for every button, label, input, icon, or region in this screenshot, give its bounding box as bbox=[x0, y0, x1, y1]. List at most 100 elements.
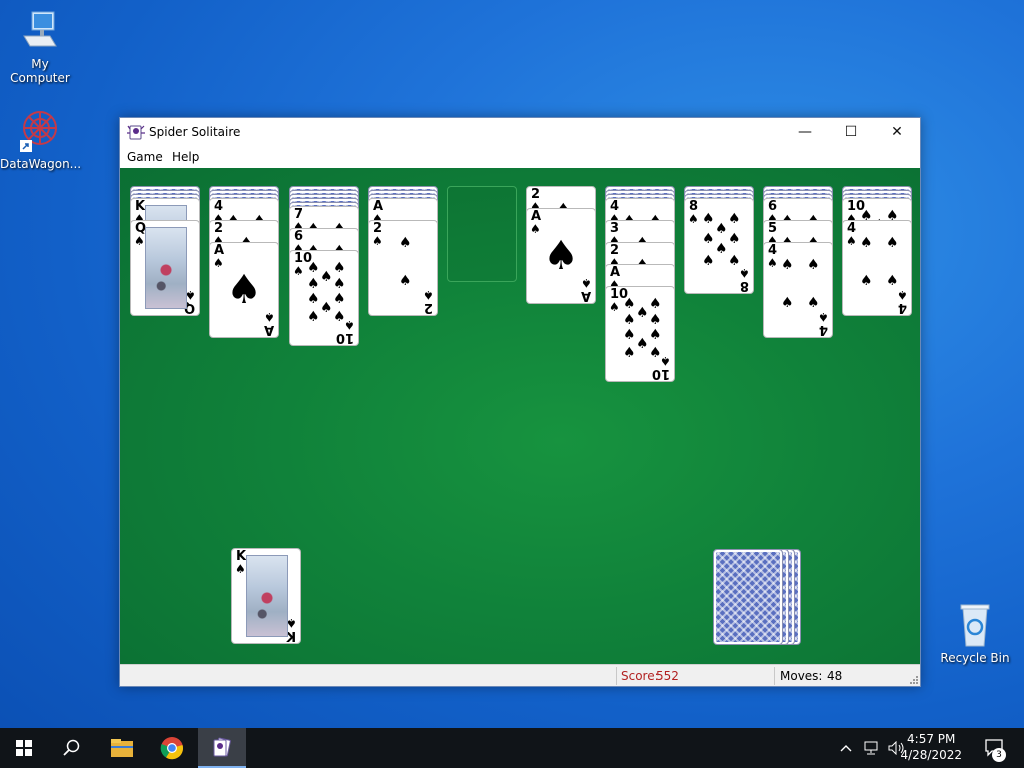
recycle-bin-icon bbox=[960, 604, 990, 647]
card-rank: 8 bbox=[739, 278, 749, 293]
spade-icon: ♠ bbox=[423, 288, 434, 302]
spade-icon: ♠ bbox=[649, 327, 662, 343]
spade-icon: ♠ bbox=[860, 273, 873, 289]
windows-logo-icon bbox=[16, 740, 32, 756]
spade-icon: ♠ bbox=[897, 288, 908, 302]
spade-icon: ♠ bbox=[264, 310, 275, 324]
spade-icon: ♠ bbox=[886, 273, 899, 289]
spade-icon: ♠ bbox=[688, 212, 699, 226]
moves-label: Moves: bbox=[780, 669, 823, 683]
playing-card[interactable]: 4♠4♠♠♠♠♠ bbox=[763, 242, 833, 338]
spade-icon: ♠ bbox=[226, 267, 262, 313]
spade-icon: ♠ bbox=[623, 312, 636, 328]
card-rank: 2 bbox=[423, 300, 433, 315]
spade-icon: ♠ bbox=[649, 345, 662, 361]
folder-icon bbox=[111, 739, 133, 757]
status-divider bbox=[616, 667, 617, 685]
clock-time: 4:57 PM bbox=[907, 732, 956, 746]
tray-clock[interactable]: 4:57 PM 4/28/2022 bbox=[900, 731, 962, 763]
minimize-button[interactable]: — bbox=[782, 118, 828, 146]
playing-card[interactable]: A♠A♠♠ bbox=[526, 208, 596, 304]
spade-icon: ♠ bbox=[372, 234, 383, 248]
spade-icon: ♠ bbox=[807, 295, 820, 311]
moves-value: 48 bbox=[827, 669, 843, 683]
spade-icon: ♠ bbox=[715, 241, 728, 257]
spade-icon: ♠ bbox=[649, 296, 662, 312]
desktop-icon-label: Recycle Bin bbox=[940, 651, 1010, 665]
playing-card[interactable]: 10♠10♠♠♠♠♠♠♠♠♠♠♠ bbox=[289, 250, 359, 346]
spade-icon: ♠ bbox=[530, 222, 541, 236]
desktop-icon-label: My Computer bbox=[10, 57, 70, 85]
spade-icon: ♠ bbox=[543, 233, 579, 279]
spider-app-icon bbox=[127, 125, 145, 140]
card-rank: 10 bbox=[651, 366, 670, 381]
spade-icon: ♠ bbox=[636, 305, 649, 321]
empty-column-slot[interactable] bbox=[447, 186, 517, 282]
spade-icon: ♠ bbox=[134, 234, 145, 248]
desktop-icon-recycle-bin[interactable]: Recycle Bin bbox=[935, 602, 1015, 665]
desktop-icon-datawagon[interactable]: DataWagon... bbox=[0, 106, 82, 171]
spade-icon: ♠ bbox=[307, 260, 320, 276]
spade-icon: ♠ bbox=[767, 256, 778, 270]
playing-card[interactable]: A♠A♠♠ bbox=[209, 242, 279, 338]
menu-help[interactable]: Help bbox=[172, 150, 199, 164]
resize-grip-icon[interactable] bbox=[908, 674, 918, 684]
playing-card[interactable]: 8 ♠ 8 ♠ ♠ ♠ ♠ ♠ ♠ ♠ ♠ ♠ bbox=[684, 198, 754, 294]
spade-icon: ♠ bbox=[623, 345, 636, 361]
window-title: Spider Solitaire bbox=[149, 125, 241, 139]
maximize-button[interactable]: ☐ bbox=[828, 118, 874, 146]
spade-icon: ♠ bbox=[333, 260, 346, 276]
spade-icon: ♠ bbox=[660, 354, 671, 368]
playing-card[interactable]: Q ♠ Q ♠ bbox=[130, 220, 200, 316]
taskbar-spider-solitaire[interactable] bbox=[198, 728, 246, 768]
spade-icon: ♠ bbox=[728, 231, 741, 247]
spade-icon: ♠ bbox=[715, 221, 728, 237]
close-icon: ✕ bbox=[891, 124, 903, 140]
taskbar-chrome[interactable] bbox=[148, 728, 196, 768]
spade-icon: ♠ bbox=[636, 336, 649, 352]
playing-card[interactable]: 10♠10♠♠♠♠♠♠♠♠♠♠♠ bbox=[605, 286, 675, 382]
court-card-artwork bbox=[145, 227, 187, 309]
tray-network-icon[interactable] bbox=[860, 728, 882, 768]
start-button[interactable] bbox=[0, 728, 48, 768]
notification-count-badge: 3 bbox=[992, 748, 1006, 762]
card-rank: A bbox=[580, 288, 591, 303]
card-rank: 4 bbox=[897, 300, 907, 315]
status-divider bbox=[774, 667, 775, 685]
close-button[interactable]: ✕ bbox=[874, 118, 920, 146]
taskbar-file-explorer[interactable] bbox=[98, 728, 146, 768]
spade-icon: ♠ bbox=[781, 257, 794, 273]
spade-icon: ♠ bbox=[307, 276, 320, 292]
playing-card[interactable]: K♠K♠ bbox=[231, 548, 301, 644]
spade-icon: ♠ bbox=[623, 296, 636, 312]
status-bar: Score: 552 Moves: 48 bbox=[120, 664, 920, 686]
spade-icon: ♠ bbox=[581, 276, 592, 290]
card-rank: 10 bbox=[335, 330, 354, 345]
spade-icon: ♠ bbox=[307, 291, 320, 307]
playing-card[interactable]: 2♠2♠♠♠ bbox=[368, 220, 438, 316]
spade-icon: ♠ bbox=[213, 256, 224, 270]
spider-solitaire-icon bbox=[213, 737, 231, 757]
game-board[interactable]: K♠K♠Q♠Q♠4♠4♠♠♠♠♠2♠2♠♠♠A♠A♠♠7♠7♠♠♠♠♠♠♠♠6♠… bbox=[120, 168, 920, 664]
spade-icon: ♠ bbox=[818, 310, 829, 324]
court-card-artwork bbox=[246, 555, 288, 637]
card-rank: A bbox=[263, 322, 274, 337]
title-bar[interactable]: Spider Solitaire — ☐ ✕ bbox=[120, 118, 920, 146]
tray-chevron-up-icon[interactable] bbox=[836, 728, 856, 768]
score-label: Score: bbox=[621, 669, 659, 683]
spade-icon: ♠ bbox=[846, 234, 857, 248]
desktop-icon-label: DataWagon... bbox=[0, 157, 82, 171]
search-icon bbox=[63, 739, 80, 756]
menu-game[interactable]: Game bbox=[127, 150, 163, 164]
action-center-button[interactable]: 3 bbox=[980, 728, 1010, 768]
spade-icon: ♠ bbox=[307, 309, 320, 325]
stock-pile-card[interactable] bbox=[713, 549, 783, 645]
desktop-icon-my-computer[interactable]: My Computer bbox=[0, 10, 80, 85]
search-button[interactable] bbox=[48, 728, 96, 768]
spade-icon: ♠ bbox=[333, 291, 346, 307]
playing-card[interactable]: 4♠4♠♠♠♠♠ bbox=[842, 220, 912, 316]
computer-icon bbox=[23, 11, 57, 47]
spade-icon: ♠ bbox=[235, 562, 246, 576]
spade-icon: ♠ bbox=[728, 211, 741, 227]
score-value: 552 bbox=[656, 669, 679, 683]
